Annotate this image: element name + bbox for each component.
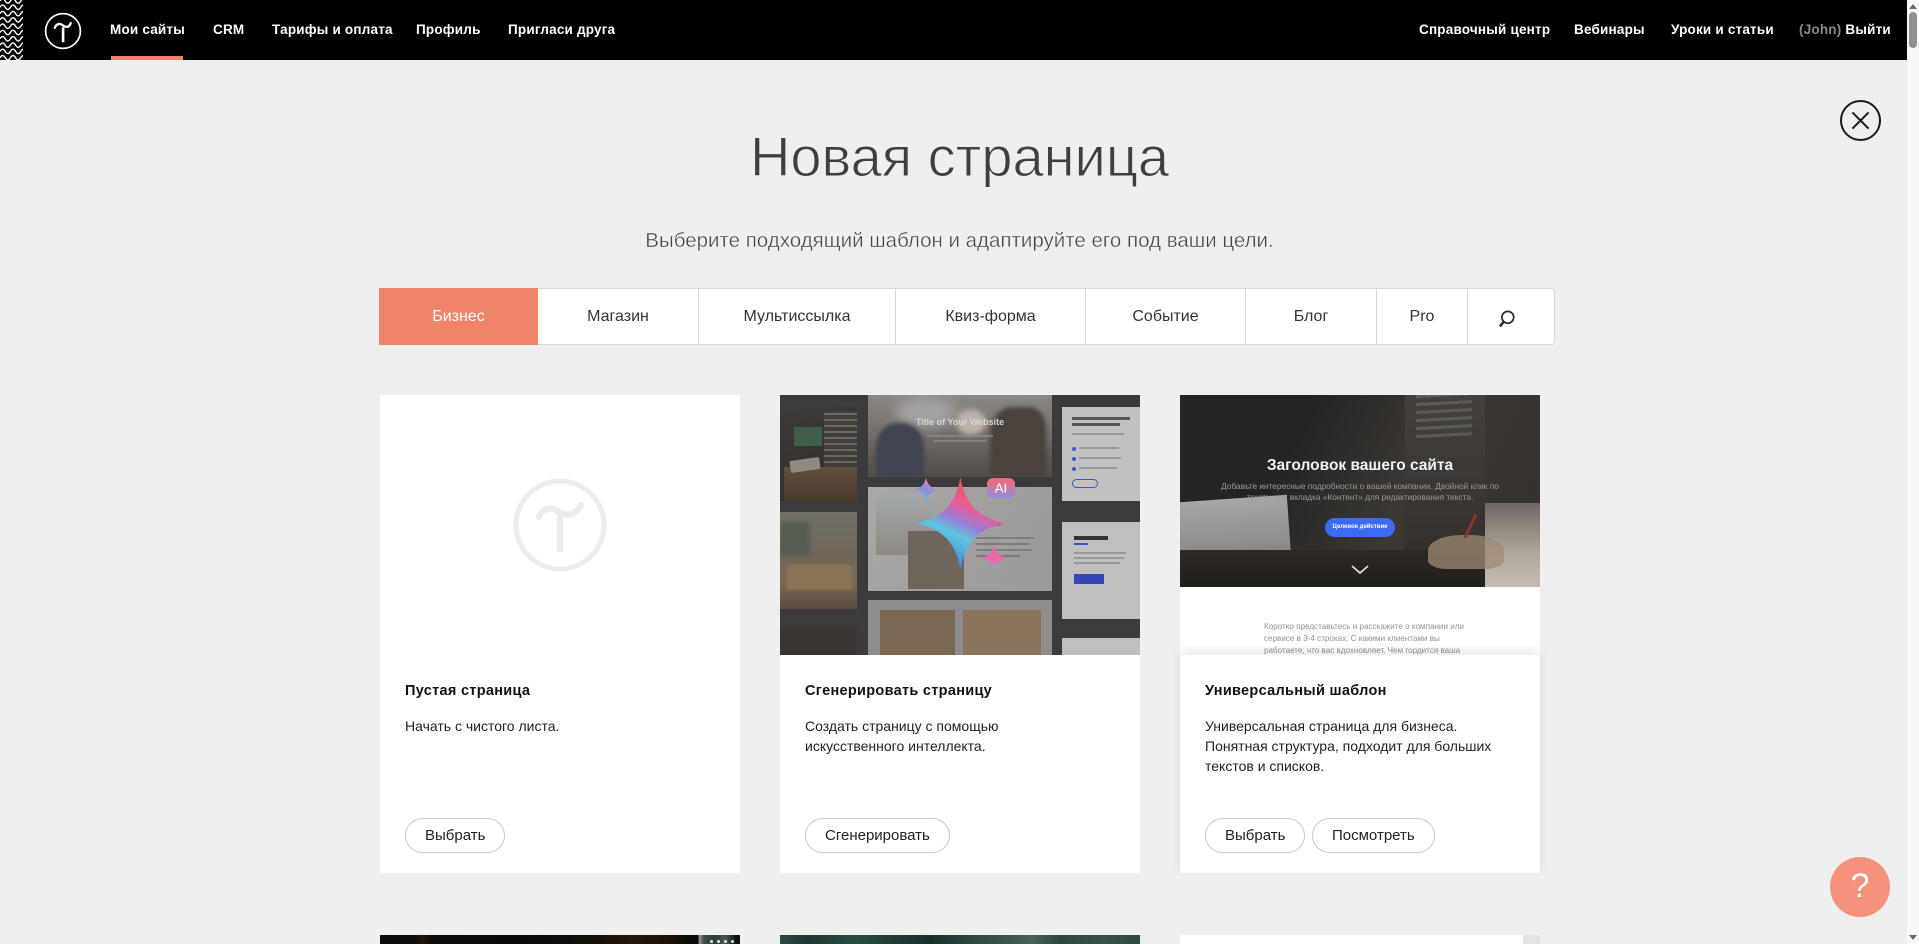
svg-text:AI: AI <box>995 481 1007 496</box>
